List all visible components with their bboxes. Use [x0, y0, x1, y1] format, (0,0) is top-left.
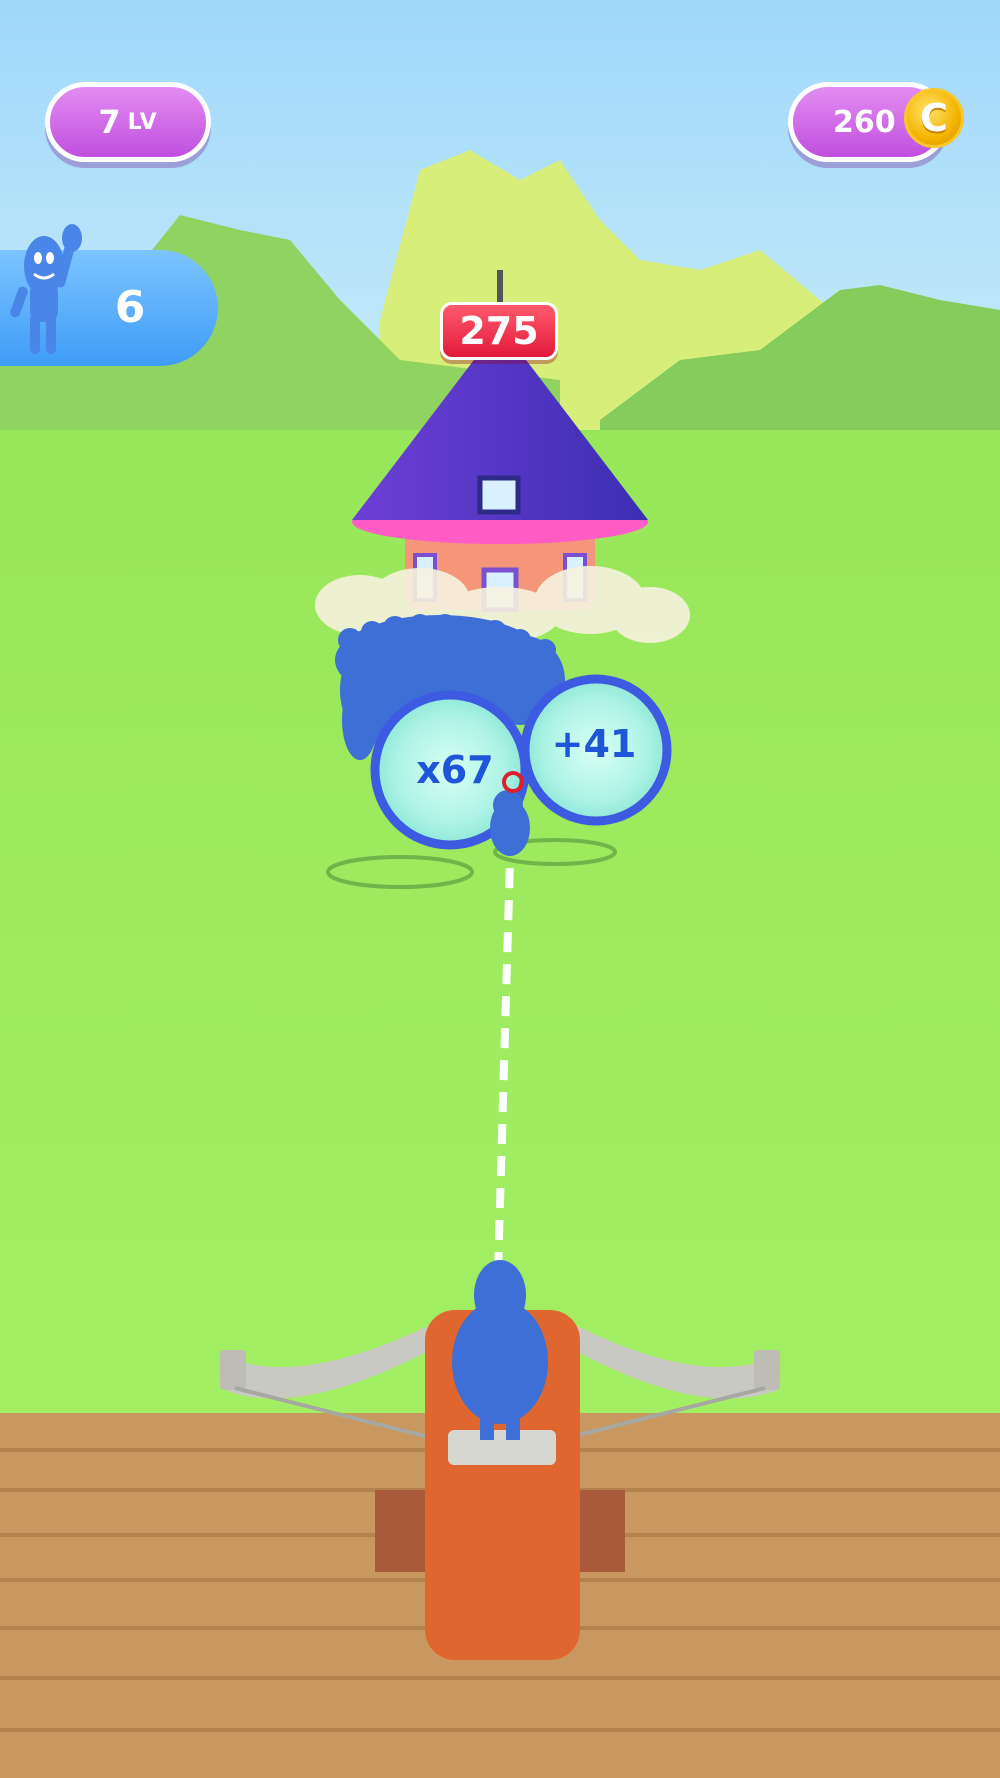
- coin-value: 260: [833, 104, 896, 140]
- level-badge: 7 LV: [45, 82, 211, 162]
- coin-icon: C: [904, 88, 964, 148]
- level-unit: LV: [127, 109, 158, 135]
- mascot-icon: [10, 224, 82, 354]
- tower-hp-badge: 275: [440, 302, 558, 360]
- gate-label-add: +41: [551, 722, 637, 766]
- gate-label-multiply: x67: [416, 748, 494, 792]
- level-value: 7: [98, 103, 122, 141]
- crowd-count: 6: [114, 282, 146, 333]
